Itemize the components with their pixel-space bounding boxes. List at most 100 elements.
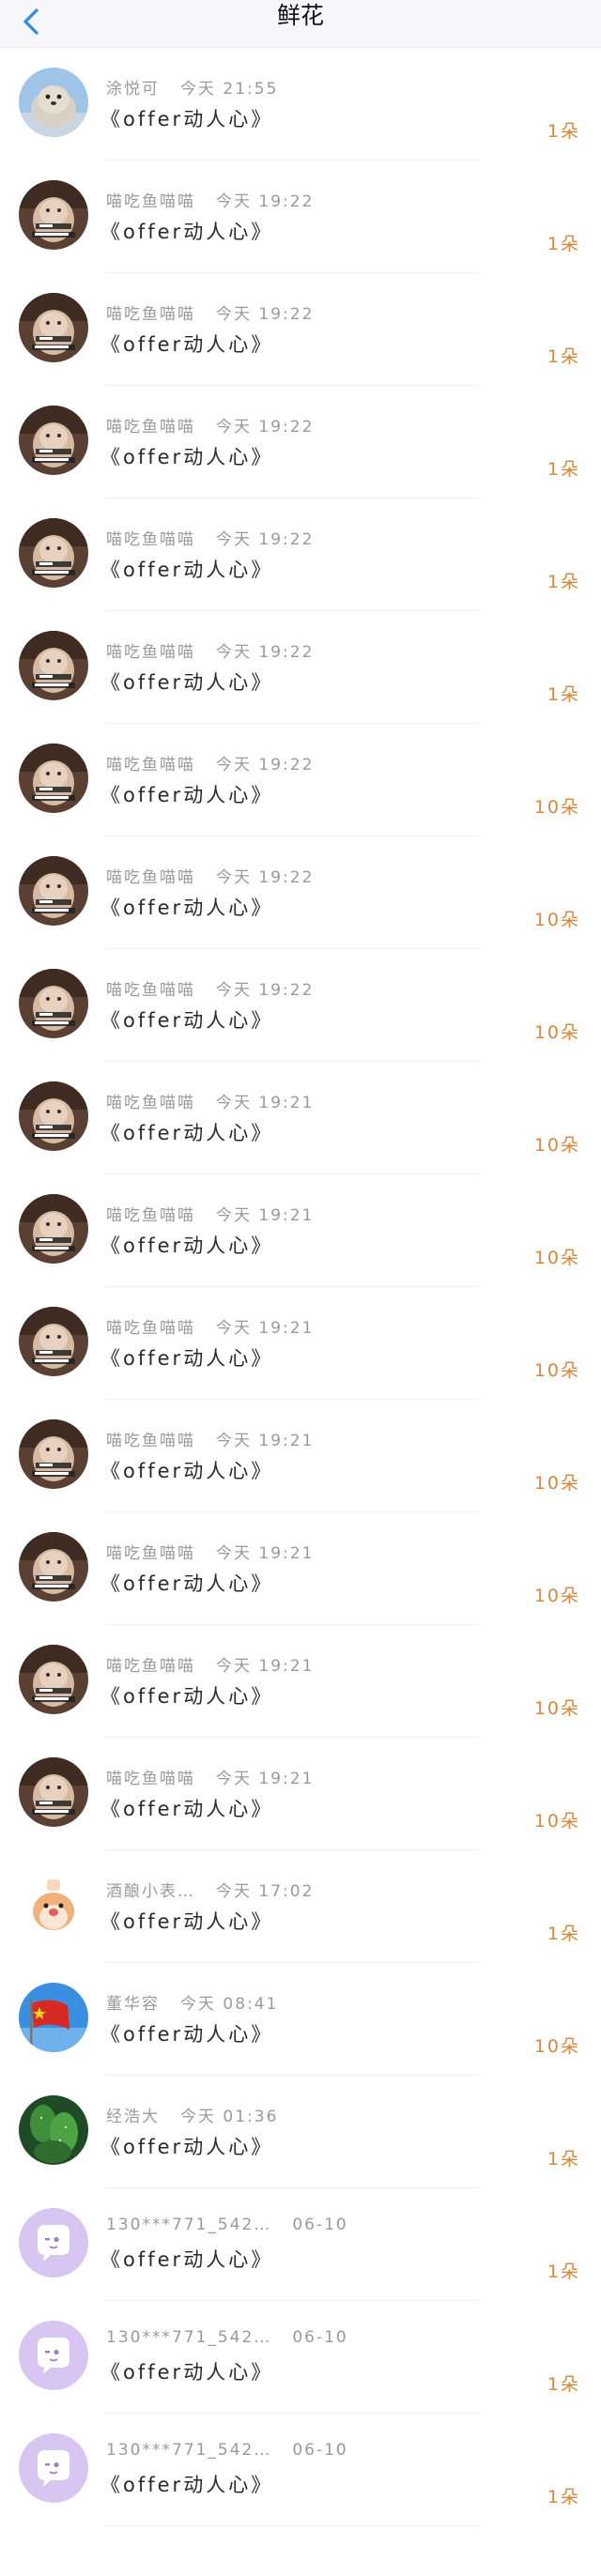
cat-meme-avatar[interactable]: [19, 293, 88, 362]
send-time: 今天 19:22: [216, 192, 315, 211]
send-time: 06-10: [292, 2216, 348, 2234]
cat-meme-avatar[interactable]: [19, 1081, 88, 1151]
flag-avatar[interactable]: [19, 1983, 88, 2052]
record-meta: 喵吃鱼喵喵 今天 19:22: [106, 751, 314, 774]
gift-name: 《offer动人心》: [100, 1122, 274, 1144]
sender-name: 喵吃鱼喵喵: [106, 981, 195, 1000]
list-item[interactable]: 喵吃鱼喵喵 今天 19:21 《offer动人心》 10朵: [0, 1512, 601, 1625]
list-item[interactable]: 酒酿小表… 今天 17:02 《offer动人心》 1朵: [0, 1850, 601, 1963]
list-item[interactable]: 喵吃鱼喵喵 今天 19:22 《offer动人心》 10朵: [0, 836, 601, 949]
list-item[interactable]: 喵吃鱼喵喵 今天 19:21 《offer动人心》 10朵: [0, 1287, 601, 1400]
list-item[interactable]: 喵吃鱼喵喵 今天 19:22 《offer动人心》 10朵: [0, 724, 601, 836]
cat-meme-avatar[interactable]: [19, 969, 88, 1038]
send-time: 今天 19:21: [216, 1657, 315, 1676]
record-meta: 喵吃鱼喵喵 今天 19:21: [106, 1314, 314, 1338]
gift-name: 《offer动人心》: [100, 1009, 274, 1032]
sender-name: 喵吃鱼喵喵: [106, 418, 195, 437]
record-meta: 喵吃鱼喵喵 今天 19:22: [106, 864, 314, 887]
list-item[interactable]: 喵吃鱼喵喵 今天 19:22 《offer动人心》 10朵: [0, 949, 601, 1062]
cat-meme-avatar[interactable]: [19, 856, 88, 926]
cat-meme-avatar[interactable]: [19, 1532, 88, 1602]
send-time: 今天 19:22: [216, 981, 315, 1000]
sender-name: 经浩大: [106, 2108, 160, 2126]
flower-count: 1朵: [547, 2487, 580, 2507]
sender-name: 喵吃鱼喵喵: [106, 1206, 195, 1225]
gift-name: 《offer动人心》: [100, 2248, 274, 2271]
gift-name: 《offer动人心》: [100, 897, 274, 919]
default-chat-avatar[interactable]: [19, 2321, 88, 2390]
send-time: 今天 08:41: [180, 1995, 279, 2014]
gift-name: 《offer动人心》: [100, 1572, 274, 1595]
list-item[interactable]: 喵吃鱼喵喵 今天 19:22 《offer动人心》 1朵: [0, 498, 601, 611]
flower-count: 1朵: [547, 234, 580, 254]
gift-name: 《offer动人心》: [100, 559, 274, 581]
record-meta: 喵吃鱼喵喵 今天 19:21: [106, 1765, 314, 1788]
list-item[interactable]: 喵吃鱼喵喵 今天 19:21 《offer动人心》 10朵: [0, 1062, 601, 1174]
back-button[interactable]: [17, 6, 45, 38]
cat-meme-avatar[interactable]: [19, 631, 88, 700]
cat-meme-avatar[interactable]: [19, 1757, 88, 1827]
list-item[interactable]: 喵吃鱼喵喵 今天 19:22 《offer动人心》 1朵: [0, 161, 601, 273]
send-time: 今天 19:21: [216, 1770, 315, 1788]
gift-name: 《offer动人心》: [100, 2474, 274, 2496]
record-meta: 酒酿小表… 今天 17:02: [106, 1878, 314, 1901]
default-chat-avatar[interactable]: [19, 2433, 88, 2503]
default-chat-avatar[interactable]: [19, 2208, 88, 2277]
sender-name: 130***771_542…: [106, 2216, 272, 2234]
send-time: 今天 19:22: [216, 530, 315, 549]
list-item[interactable]: 130***771_542… 06-10 《offer动人心》 1朵: [0, 2301, 601, 2414]
list-item[interactable]: 130***771_542… 06-10 《offer动人心》 1朵: [0, 2414, 601, 2526]
cat-meme-avatar[interactable]: [19, 744, 88, 813]
page-title: 鲜花: [276, 2, 324, 29]
list-item[interactable]: 经浩大 今天 01:36 《offer动人心》 1朵: [0, 2076, 601, 2188]
flower-count: 10朵: [533, 1360, 580, 1381]
list-item[interactable]: 喵吃鱼喵喵 今天 19:22 《offer动人心》 1朵: [0, 611, 601, 724]
cat-meme-avatar[interactable]: [19, 518, 88, 588]
sender-name: 喵吃鱼喵喵: [106, 756, 195, 774]
gift-name: 《offer动人心》: [100, 446, 274, 468]
list-item[interactable]: 喵吃鱼喵喵 今天 19:21 《offer动人心》 10朵: [0, 1738, 601, 1850]
list-item[interactable]: 喵吃鱼喵喵 今天 19:21 《offer动人心》 10朵: [0, 1174, 601, 1287]
record-meta: 喵吃鱼喵喵 今天 19:22: [106, 638, 314, 662]
record-meta: 喵吃鱼喵喵 今天 19:21: [106, 1089, 314, 1112]
sender-name: 喵吃鱼喵喵: [106, 1432, 195, 1450]
cat-meme-avatar[interactable]: [19, 1419, 88, 1489]
cat-meme-avatar[interactable]: [19, 180, 88, 250]
send-time: 今天 19:21: [216, 1544, 315, 1563]
list-item[interactable]: 喵吃鱼喵喵 今天 19:21 《offer动人心》 10朵: [0, 1625, 601, 1738]
cat-meme-avatar[interactable]: [19, 1307, 88, 1376]
flower-count: 1朵: [547, 121, 580, 142]
gift-name: 《offer动人心》: [100, 1347, 274, 1370]
record-meta: 130***771_542… 06-10: [106, 2216, 348, 2234]
gift-name: 《offer动人心》: [100, 108, 274, 130]
sender-name: 喵吃鱼喵喵: [106, 192, 195, 211]
sender-name: 喵吃鱼喵喵: [106, 305, 195, 324]
record-meta: 喵吃鱼喵喵 今天 19:22: [106, 976, 314, 1000]
sender-name: 喵吃鱼喵喵: [106, 643, 195, 662]
cat-meme-avatar[interactable]: [19, 406, 88, 475]
hamster-avatar[interactable]: [19, 1870, 88, 1940]
record-meta: 喵吃鱼喵喵 今天 19:22: [106, 300, 314, 324]
gift-name: 《offer动人心》: [100, 1460, 274, 1482]
send-time: 今天 19:22: [216, 868, 315, 887]
send-time: 今天 19:21: [216, 1319, 315, 1338]
send-time: 今天 19:22: [216, 756, 315, 774]
top-bar: 鲜花: [0, 0, 601, 48]
cat-meme-avatar[interactable]: [19, 1194, 88, 1264]
list-item[interactable]: 130***771_542… 06-10 《offer动人心》 1朵: [0, 2188, 601, 2301]
flower-count: 1朵: [547, 572, 580, 592]
record-meta: 喵吃鱼喵喵 今天 19:21: [106, 1427, 314, 1450]
cactus-avatar[interactable]: [19, 2095, 88, 2165]
flower-count: 10朵: [533, 1811, 580, 1832]
gift-name: 《offer动人心》: [100, 2023, 274, 2046]
gift-name: 《offer动人心》: [100, 1685, 274, 1708]
seal-avatar[interactable]: [19, 68, 88, 137]
list-item[interactable]: 涂悦可 今天 21:55 《offer动人心》 1朵: [0, 48, 601, 161]
list-item[interactable]: 喵吃鱼喵喵 今天 19:22 《offer动人心》 1朵: [0, 273, 601, 386]
list-item[interactable]: 喵吃鱼喵喵 今天 19:21 《offer动人心》 10朵: [0, 1400, 601, 1512]
list-item[interactable]: 喵吃鱼喵喵 今天 19:22 《offer动人心》 1朵: [0, 386, 601, 498]
sender-name: 喵吃鱼喵喵: [106, 530, 195, 549]
cat-meme-avatar[interactable]: [19, 1645, 88, 1714]
send-time: 今天 19:21: [216, 1432, 315, 1450]
list-item[interactable]: 董华容 今天 08:41 《offer动人心》 10朵: [0, 1963, 601, 2076]
